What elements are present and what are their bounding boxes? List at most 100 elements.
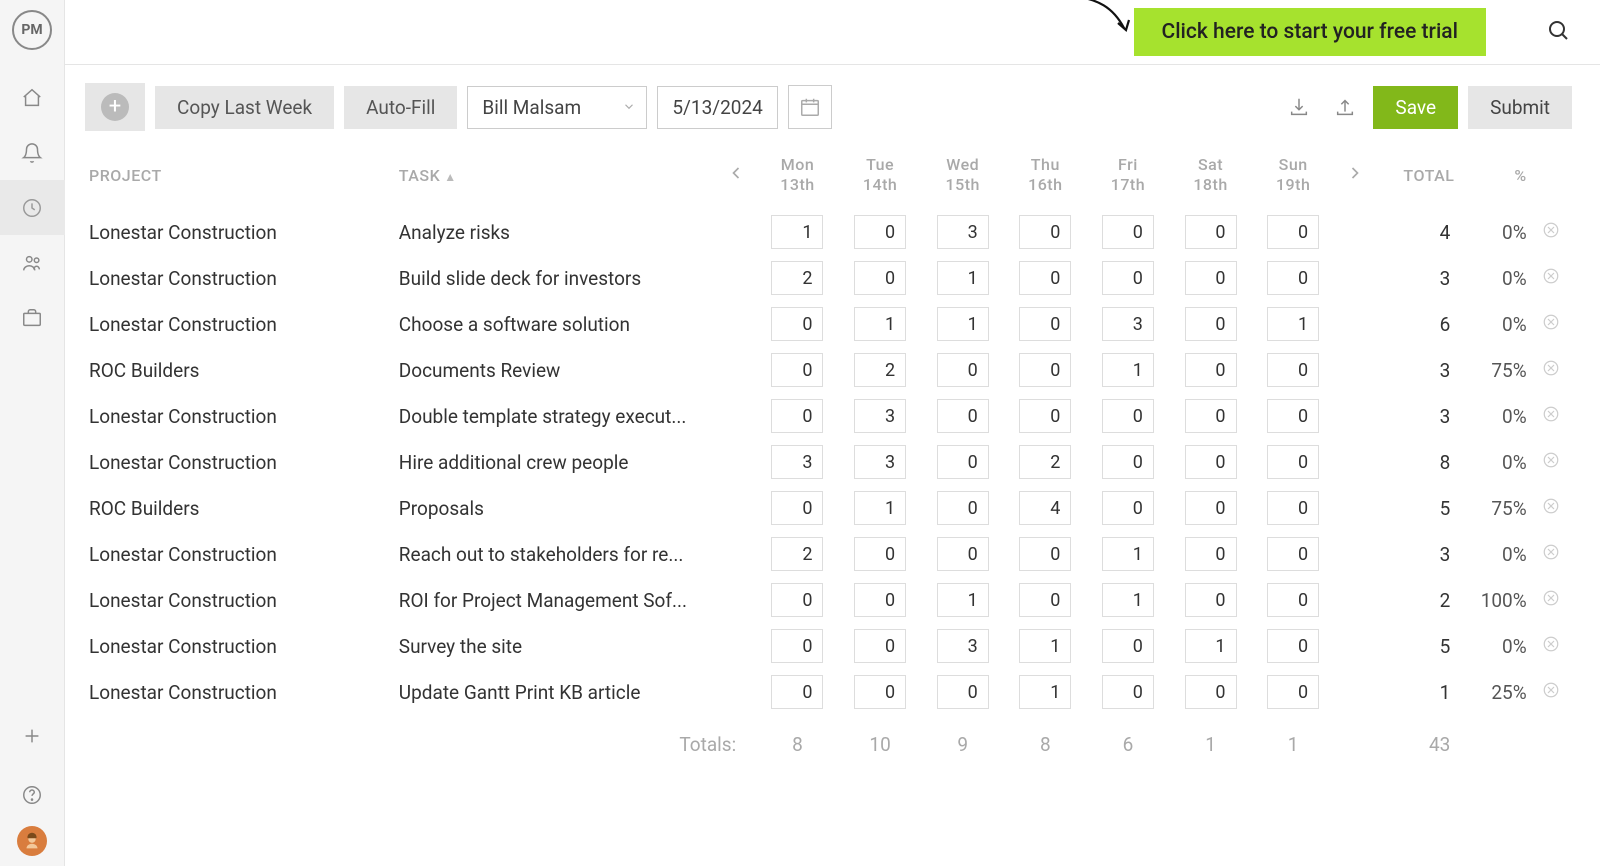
delete-row-button[interactable] [1531, 393, 1572, 439]
hours-input[interactable] [854, 629, 906, 663]
hours-input[interactable] [1267, 583, 1319, 617]
hours-input[interactable] [771, 307, 823, 341]
hours-input[interactable] [1185, 399, 1237, 433]
hours-input[interactable] [1185, 307, 1237, 341]
hours-input[interactable] [771, 261, 823, 295]
hours-input[interactable] [1019, 353, 1071, 387]
hours-input[interactable] [771, 353, 823, 387]
hours-input[interactable] [1267, 675, 1319, 709]
hours-input[interactable] [1267, 491, 1319, 525]
delete-row-button[interactable] [1531, 255, 1572, 301]
hours-input[interactable] [771, 537, 823, 571]
auto-fill-button[interactable]: Auto-Fill [344, 86, 457, 129]
delete-row-button[interactable] [1531, 485, 1572, 531]
nav-add-icon[interactable] [0, 708, 65, 763]
hours-input[interactable] [937, 307, 989, 341]
calendar-icon[interactable] [788, 85, 832, 129]
hours-input[interactable] [1019, 491, 1071, 525]
hours-input[interactable] [771, 445, 823, 479]
hours-input[interactable] [1102, 491, 1154, 525]
hours-input[interactable] [854, 307, 906, 341]
hours-input[interactable] [1267, 307, 1319, 341]
export-icon[interactable] [1327, 89, 1363, 125]
hours-input[interactable] [1102, 445, 1154, 479]
hours-input[interactable] [854, 399, 906, 433]
hours-input[interactable] [1102, 675, 1154, 709]
delete-row-button[interactable] [1531, 301, 1572, 347]
hours-input[interactable] [1102, 583, 1154, 617]
hours-input[interactable] [854, 353, 906, 387]
nav-timesheet-icon[interactable] [0, 180, 65, 235]
hours-input[interactable] [1267, 215, 1319, 249]
delete-row-button[interactable] [1531, 577, 1572, 623]
avatar[interactable] [17, 826, 47, 856]
hours-input[interactable] [771, 583, 823, 617]
hours-input[interactable] [854, 491, 906, 525]
nav-notifications-icon[interactable] [0, 125, 65, 180]
hours-input[interactable] [854, 261, 906, 295]
copy-last-week-button[interactable]: Copy Last Week [155, 86, 334, 129]
hours-input[interactable] [1267, 399, 1319, 433]
col-project[interactable]: PROJECT [85, 149, 395, 209]
delete-row-button[interactable] [1531, 209, 1572, 255]
hours-input[interactable] [1102, 261, 1154, 295]
hours-input[interactable] [1019, 307, 1071, 341]
hours-input[interactable] [937, 399, 989, 433]
hours-input[interactable] [1102, 215, 1154, 249]
hours-input[interactable] [1102, 537, 1154, 571]
hours-input[interactable] [771, 399, 823, 433]
hours-input[interactable] [1019, 629, 1071, 663]
import-icon[interactable] [1281, 89, 1317, 125]
hours-input[interactable] [854, 537, 906, 571]
hours-input[interactable] [1267, 629, 1319, 663]
hours-input[interactable] [1019, 399, 1071, 433]
hours-input[interactable] [937, 353, 989, 387]
delete-row-button[interactable] [1531, 623, 1572, 669]
hours-input[interactable] [1185, 215, 1237, 249]
hours-input[interactable] [1185, 537, 1237, 571]
hours-input[interactable] [1267, 261, 1319, 295]
nav-home-icon[interactable] [0, 70, 65, 125]
delete-row-button[interactable] [1531, 669, 1572, 715]
hours-input[interactable] [937, 675, 989, 709]
hours-input[interactable] [854, 583, 906, 617]
delete-row-button[interactable] [1531, 439, 1572, 485]
hours-input[interactable] [1185, 583, 1237, 617]
hours-input[interactable] [771, 629, 823, 663]
submit-button[interactable]: Submit [1468, 86, 1572, 129]
hours-input[interactable] [1019, 675, 1071, 709]
hours-input[interactable] [1019, 583, 1071, 617]
next-week-button[interactable] [1334, 149, 1375, 209]
nav-team-icon[interactable] [0, 235, 65, 290]
hours-input[interactable] [1185, 491, 1237, 525]
hours-input[interactable] [1185, 261, 1237, 295]
hours-input[interactable] [1019, 537, 1071, 571]
delete-row-button[interactable] [1531, 531, 1572, 577]
hours-input[interactable] [937, 215, 989, 249]
hours-input[interactable] [1102, 399, 1154, 433]
hours-input[interactable] [771, 215, 823, 249]
free-trial-cta[interactable]: Click here to start your free trial [1134, 8, 1487, 56]
hours-input[interactable] [1102, 353, 1154, 387]
hours-input[interactable] [771, 675, 823, 709]
hours-input[interactable] [937, 583, 989, 617]
hours-input[interactable] [1019, 445, 1071, 479]
add-row-button[interactable]: + [85, 83, 145, 131]
prev-week-button[interactable] [715, 149, 756, 209]
hours-input[interactable] [937, 445, 989, 479]
hours-input[interactable] [854, 215, 906, 249]
date-input[interactable]: 5/13/2024 [657, 86, 777, 129]
nav-help-icon[interactable] [0, 767, 65, 822]
hours-input[interactable] [1102, 629, 1154, 663]
hours-input[interactable] [1185, 675, 1237, 709]
hours-input[interactable] [771, 491, 823, 525]
hours-input[interactable] [1185, 353, 1237, 387]
hours-input[interactable] [1267, 537, 1319, 571]
delete-row-button[interactable] [1531, 347, 1572, 393]
search-icon[interactable] [1546, 18, 1570, 47]
hours-input[interactable] [1019, 261, 1071, 295]
hours-input[interactable] [1019, 215, 1071, 249]
hours-input[interactable] [1185, 629, 1237, 663]
hours-input[interactable] [937, 629, 989, 663]
nav-portfolio-icon[interactable] [0, 290, 65, 345]
